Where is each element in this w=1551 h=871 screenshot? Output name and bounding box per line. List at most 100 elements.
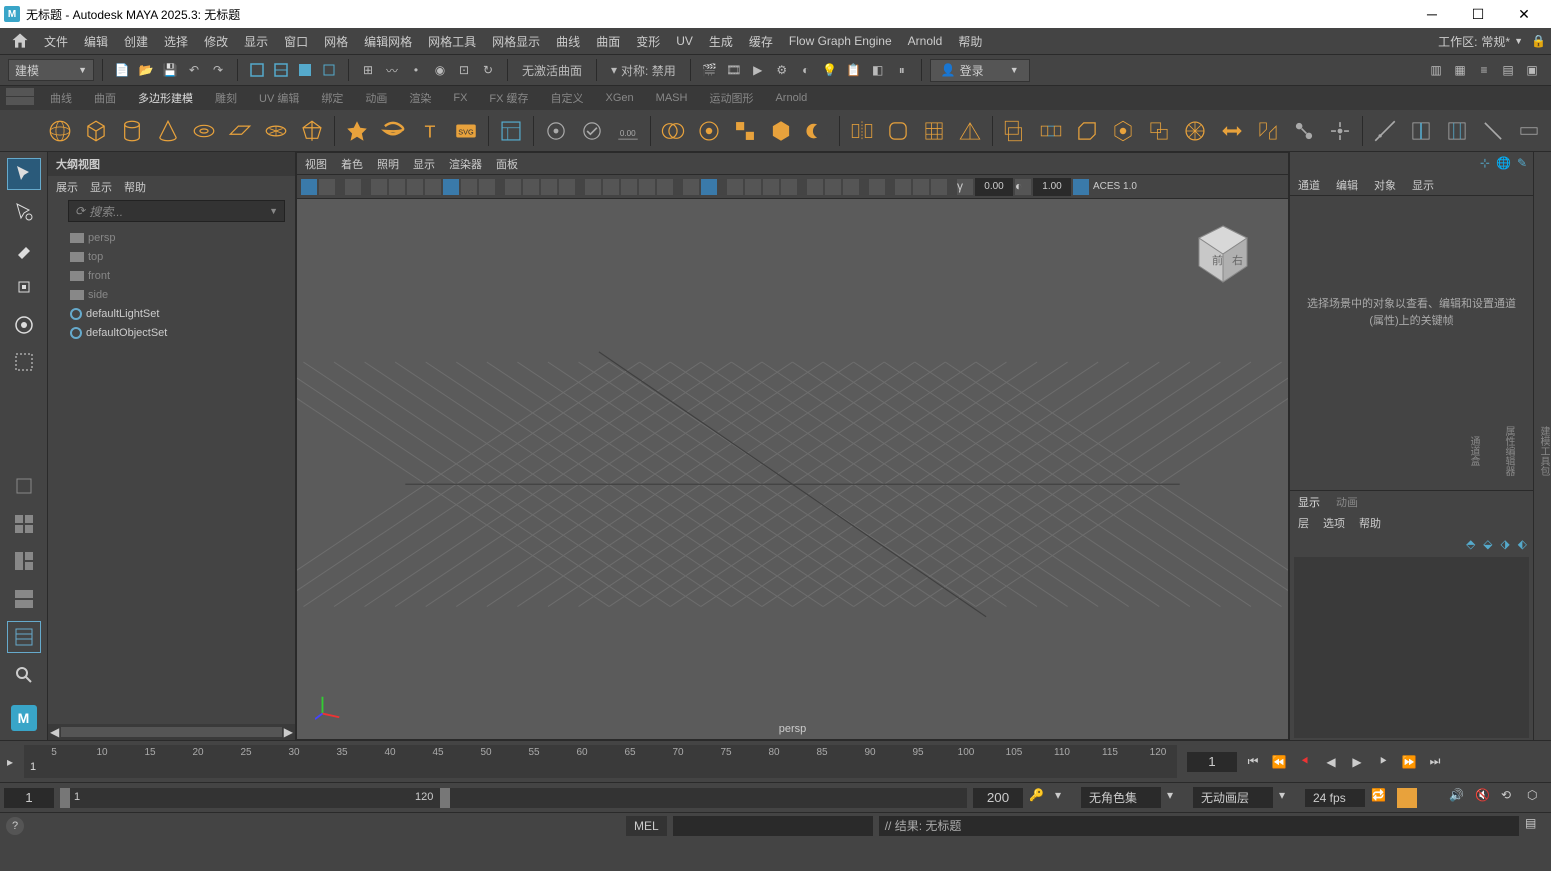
outliner-item[interactable]: top [48,247,295,266]
maya-icon[interactable]: M [7,702,41,734]
offset-loop-icon[interactable] [1443,116,1471,146]
vp-isolate-icon[interactable] [683,179,699,195]
content-browser-icon[interactable] [497,116,525,146]
fill-hole-icon[interactable] [1109,116,1137,146]
outliner-item[interactable]: defaultLightSet [48,304,295,323]
separate-icon[interactable] [695,116,723,146]
globe-icon[interactable]: 🌐 [1496,156,1511,170]
home-icon[interactable] [10,31,30,51]
outliner-item[interactable]: persp [48,228,295,247]
vp-textured-icon[interactable] [621,179,637,195]
close-button[interactable]: ✕ [1501,0,1547,28]
vp-menu-panels[interactable]: 面板 [496,156,518,172]
render-view-icon[interactable]: 🎬 [700,60,720,80]
vp-film-gate-icon[interactable] [523,179,539,195]
vp-lights-icon[interactable] [639,179,655,195]
select-tool[interactable] [7,158,41,190]
menu-mesh[interactable]: 网格 [316,29,356,54]
panel-layout-5-icon[interactable]: ▣ [1522,60,1542,80]
extract-icon[interactable] [731,116,759,146]
layout-two-icon[interactable] [7,583,41,615]
layer-move-down-icon[interactable]: ⬙ [1483,537,1492,551]
outliner-menu-help[interactable]: 帮助 [124,179,146,195]
combine-icon[interactable] [659,116,687,146]
poly-svg-icon[interactable]: SVG [452,116,480,146]
shelf-tab-arnold[interactable]: Arnold [765,88,817,108]
smooth-icon[interactable] [884,116,912,146]
vp-snapshot-icon[interactable] [479,179,495,195]
layer-menu-layers[interactable]: 层 [1298,515,1309,531]
render-settings-icon[interactable]: ⚙ [772,60,792,80]
poly-platonic-icon[interactable] [298,116,326,146]
next-frame-icon[interactable]: ⯈ [1373,752,1393,772]
snap-live-icon[interactable]: ↻ [478,60,498,80]
shelf-tab-xgen[interactable]: XGen [596,88,644,108]
layer-menu-help[interactable]: 帮助 [1359,515,1381,531]
viewport-canvas[interactable]: 前 右 persp [297,199,1288,739]
layer-new-icon[interactable]: ⬖ [1518,537,1527,551]
extrude-icon[interactable] [1001,116,1029,146]
vp-blue-pencil-icon[interactable] [443,179,459,195]
menu-file[interactable]: 文件 [36,29,76,54]
layer-tab-anim[interactable]: 动画 [1336,494,1358,510]
vp-wireframe-icon[interactable] [585,179,601,195]
time-ruler[interactable]: 1 51015202530354045505560657075808590951… [24,745,1177,778]
vp-view-transform-icon[interactable] [931,179,947,195]
poly-plane-icon[interactable] [226,116,254,146]
bool-diff-icon[interactable] [803,116,831,146]
go-end-icon[interactable]: ⏭ [1425,752,1445,772]
connect-icon[interactable] [578,116,606,146]
autokey-icon[interactable]: 🔑 [1029,788,1049,808]
script-lang[interactable]: MEL [626,816,667,836]
vp-menu-view[interactable]: 视图 [305,156,327,172]
crease-icon[interactable] [1479,116,1507,146]
vp-image-plane-icon[interactable] [371,179,387,195]
detach-icon[interactable] [1254,116,1282,146]
prev-key-icon[interactable]: ⏪ [1269,752,1289,772]
command-input[interactable] [673,816,873,836]
shelf-tab-mash[interactable]: MASH [646,88,698,108]
merge-icon[interactable] [1290,116,1318,146]
rotate-tool[interactable] [7,309,41,341]
vp-grid-icon[interactable] [505,179,521,195]
vp-lock-cam-icon[interactable] [319,179,335,195]
hypershade-icon[interactable]: ◐ [796,60,816,80]
append-icon[interactable] [1145,116,1173,146]
menu-generate[interactable]: 生成 [701,29,741,54]
vp-smooth-icon[interactable] [603,179,619,195]
shelf-switcher[interactable] [6,88,34,108]
slide-edge-icon[interactable] [1515,116,1543,146]
shelf-tab-curves[interactable]: 曲线 [40,86,82,110]
pause-icon[interactable]: ⏸ [892,60,912,80]
select-face-icon[interactable] [295,60,315,80]
triangulate-icon[interactable] [956,116,984,146]
shelf-tab-fxcache[interactable]: FX 缓存 [479,86,538,110]
panel-layout-4-icon[interactable]: ▤ [1498,60,1518,80]
vp-menu-renderer[interactable]: 渲染器 [449,156,482,172]
help-icon[interactable]: ? [6,817,24,835]
outliner-toggle-icon[interactable] [7,621,41,653]
viewcube[interactable]: 前 右 [1188,219,1258,289]
menu-surfaces[interactable]: 曲面 [588,29,628,54]
rp-tab-edit[interactable]: 编辑 [1336,177,1358,193]
poly-disc-icon[interactable] [262,116,290,146]
shelf-tab-poly[interactable]: 多边形建模 [128,86,203,110]
panel-layout-1-icon[interactable]: ▥ [1426,60,1446,80]
shrinkwrap-icon[interactable] [542,116,570,146]
retopo-icon[interactable] [920,116,948,146]
audio-icon[interactable]: 🔊 [1449,788,1469,808]
vp-gamma-icon[interactable] [913,179,929,195]
paint-select-tool[interactable] [7,233,41,265]
login-button[interactable]: 👤登录▼ [930,59,1030,82]
vp-2d-pan-icon[interactable] [389,179,405,195]
poly-sweep-icon[interactable] [343,116,371,146]
menu-modify[interactable]: 修改 [196,29,236,54]
poly-sphere-icon[interactable] [46,116,74,146]
pivot-icon[interactable]: 0.00 [614,116,642,146]
bevel-icon[interactable] [1073,116,1101,146]
outliner-scrollbar[interactable]: ◀▶ [48,724,295,740]
rp-tab-show[interactable]: 显示 [1412,177,1434,193]
menu-deform[interactable]: 变形 [628,29,668,54]
vp-xray-icon[interactable] [701,179,717,195]
outliner-menu-display[interactable]: 显示 [90,179,112,195]
